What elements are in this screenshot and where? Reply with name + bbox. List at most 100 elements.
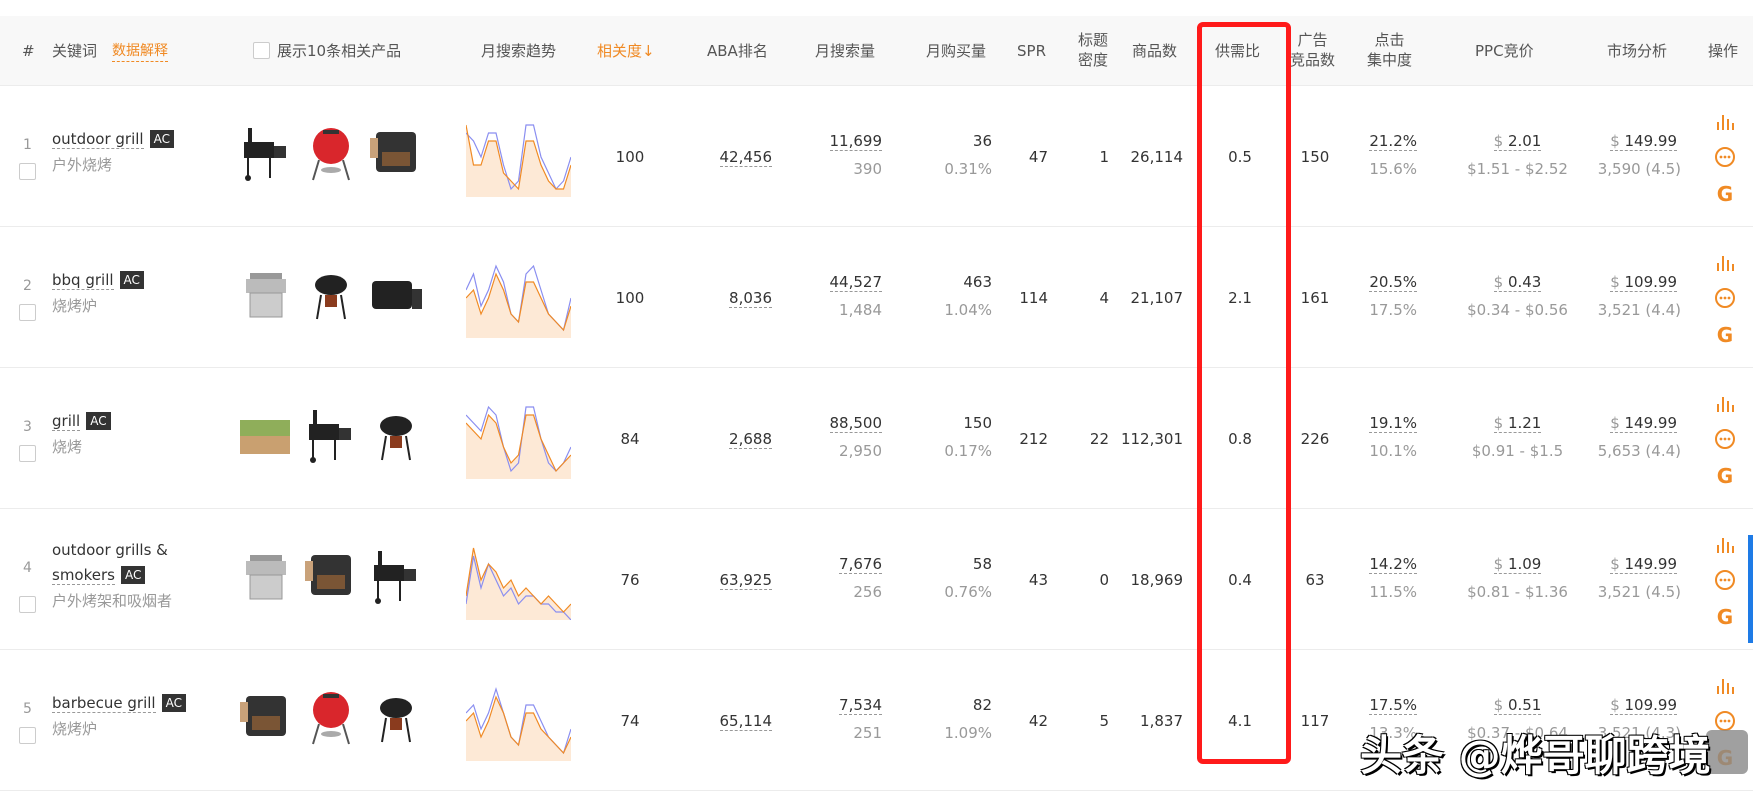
click-concentration[interactable]: 19.1% bbox=[1369, 414, 1417, 433]
product-thumbnail[interactable] bbox=[236, 124, 296, 184]
product-thumbnail[interactable] bbox=[366, 406, 426, 466]
ppc-bid[interactable]: $ 1.21 bbox=[1493, 414, 1542, 433]
ac-badge: AC bbox=[149, 130, 174, 148]
product-thumbnail[interactable] bbox=[236, 688, 296, 748]
ppc-bid[interactable]: $ 1.09 bbox=[1493, 555, 1542, 574]
ppc-value: 0.51 bbox=[1507, 696, 1542, 714]
title-density: 0 bbox=[1099, 571, 1109, 589]
market-price[interactable]: $ 149.99 bbox=[1610, 555, 1677, 574]
product-thumbnail[interactable] bbox=[366, 265, 426, 325]
monthly-purchase: 150 bbox=[963, 414, 992, 432]
scrollbar[interactable] bbox=[1748, 535, 1753, 643]
keyword-link[interactable]: outdoor grill bbox=[52, 130, 144, 149]
google-search-icon[interactable]: G bbox=[1714, 606, 1736, 628]
more-options-icon[interactable] bbox=[1714, 287, 1736, 309]
click-concentration[interactable]: 20.5% bbox=[1369, 273, 1417, 292]
aba-rank[interactable]: 63,925 bbox=[719, 571, 772, 590]
col-monthly-purchase[interactable]: 月购买量 bbox=[926, 41, 986, 61]
col-monthly-search[interactable]: 月搜索量 bbox=[815, 41, 875, 61]
product-thumbnail[interactable] bbox=[301, 406, 361, 466]
click-concentration[interactable]: 17.5% bbox=[1369, 696, 1417, 715]
product-thumbnail[interactable] bbox=[236, 265, 296, 325]
monthly-search[interactable]: 44,527 bbox=[829, 273, 882, 292]
product-thumbnail[interactable] bbox=[301, 124, 361, 184]
title-density: 5 bbox=[1099, 712, 1109, 730]
purchase-rate: 1.09% bbox=[944, 724, 992, 742]
col-title-density[interactable]: 标题 密度 bbox=[1078, 30, 1108, 70]
monthly-search[interactable]: 7,676 bbox=[839, 555, 882, 574]
col-aba[interactable]: ABA排名 bbox=[707, 41, 768, 61]
ppc-bid[interactable]: $ 0.43 bbox=[1493, 273, 1542, 292]
market-price[interactable]: $ 109.99 bbox=[1610, 696, 1677, 715]
col-relevance-sort[interactable]: 相关度↓ bbox=[597, 41, 655, 61]
monthly-search[interactable]: 11,699 bbox=[829, 132, 882, 151]
bar-chart-icon[interactable] bbox=[1714, 533, 1736, 555]
monthly-search[interactable]: 88,500 bbox=[829, 414, 882, 433]
watermark: 头条 @烨哥聊跨境 bbox=[1360, 731, 1711, 780]
aba-rank[interactable]: 42,456 bbox=[719, 148, 772, 167]
more-options-icon[interactable] bbox=[1714, 146, 1736, 168]
ppc-range: $1.51 - $2.52 bbox=[1467, 160, 1568, 178]
bar-chart-icon[interactable] bbox=[1714, 251, 1736, 273]
product-thumbnail[interactable] bbox=[366, 688, 426, 748]
row-index: 2 bbox=[23, 278, 32, 294]
product-count: 1,837 bbox=[1140, 712, 1183, 730]
trend-sparkline bbox=[465, 686, 572, 761]
more-options-icon[interactable] bbox=[1714, 428, 1736, 450]
ppc-bid[interactable]: $ 2.01 bbox=[1493, 132, 1542, 151]
product-thumbnail[interactable] bbox=[236, 406, 296, 466]
click-concentration[interactable]: 14.2% bbox=[1369, 555, 1417, 574]
ac-badge: AC bbox=[161, 694, 186, 712]
keyword-link-line1[interactable]: outdoor grills & bbox=[52, 541, 168, 559]
google-search-icon[interactable]: G bbox=[1714, 183, 1736, 205]
col-ppc[interactable]: PPC竞价 bbox=[1475, 41, 1534, 61]
keyword-translation: 烧烤炉 bbox=[52, 297, 98, 315]
keyword-link-line2[interactable]: smokers bbox=[52, 566, 115, 585]
col-title-density-l2: 密度 bbox=[1078, 51, 1109, 69]
col-spr[interactable]: SPR bbox=[1017, 41, 1046, 61]
monthly-search-sub: 256 bbox=[853, 583, 882, 601]
google-search-icon[interactable]: G bbox=[1714, 324, 1736, 346]
data-explain-link[interactable]: 数据解释 bbox=[112, 41, 168, 62]
product-thumbnail[interactable] bbox=[366, 547, 426, 607]
row-checkbox[interactable] bbox=[19, 163, 36, 180]
col-ad-l1: 广告 bbox=[1297, 31, 1328, 49]
bar-chart-icon[interactable] bbox=[1714, 674, 1736, 696]
google-search-icon[interactable]: G bbox=[1714, 465, 1736, 487]
aba-rank[interactable]: 65,114 bbox=[719, 712, 772, 731]
product-thumbnail[interactable] bbox=[301, 688, 361, 748]
click-concentration[interactable]: 21.2% bbox=[1369, 132, 1417, 151]
market-price[interactable]: $ 149.99 bbox=[1610, 132, 1677, 151]
row-checkbox[interactable] bbox=[19, 596, 36, 613]
product-thumbnail[interactable] bbox=[301, 547, 361, 607]
product-thumbnail[interactable] bbox=[366, 124, 426, 184]
relevance: 100 bbox=[615, 148, 645, 166]
bar-chart-icon[interactable] bbox=[1714, 110, 1736, 132]
row-checkbox[interactable] bbox=[19, 727, 36, 744]
market-price[interactable]: $ 109.99 bbox=[1610, 273, 1677, 292]
product-thumbnail[interactable] bbox=[236, 547, 296, 607]
relevance: 84 bbox=[620, 430, 640, 448]
keyword-link[interactable]: bbq grill bbox=[52, 271, 114, 290]
row-checkbox[interactable] bbox=[19, 304, 36, 321]
keyword-link[interactable]: barbecue grill bbox=[52, 694, 156, 713]
col-ad-products[interactable]: 广告 竞品数 bbox=[1290, 30, 1335, 70]
more-options-icon[interactable] bbox=[1714, 569, 1736, 591]
trend-sparkline bbox=[465, 547, 572, 621]
more-options-icon[interactable] bbox=[1714, 710, 1736, 732]
ppc-bid[interactable]: $ 0.51 bbox=[1493, 696, 1542, 715]
monthly-search[interactable]: 7,534 bbox=[839, 696, 882, 715]
market-price[interactable]: $ 149.99 bbox=[1610, 414, 1677, 433]
row-checkbox[interactable] bbox=[19, 445, 36, 462]
col-product-count[interactable]: 商品数 bbox=[1132, 41, 1177, 61]
spr: 114 bbox=[1019, 289, 1048, 307]
back-to-top-button[interactable] bbox=[1706, 730, 1748, 774]
keyword-link[interactable]: grill bbox=[52, 412, 81, 431]
col-title-density-l1: 标题 bbox=[1078, 31, 1109, 49]
bar-chart-icon[interactable] bbox=[1714, 392, 1736, 414]
aba-rank[interactable]: 8,036 bbox=[729, 289, 772, 308]
aba-rank[interactable]: 2,688 bbox=[729, 430, 772, 449]
col-click[interactable]: 点击 集中度 bbox=[1367, 30, 1412, 70]
product-thumbnail[interactable] bbox=[301, 265, 361, 325]
show-products-checkbox[interactable] bbox=[253, 42, 270, 59]
